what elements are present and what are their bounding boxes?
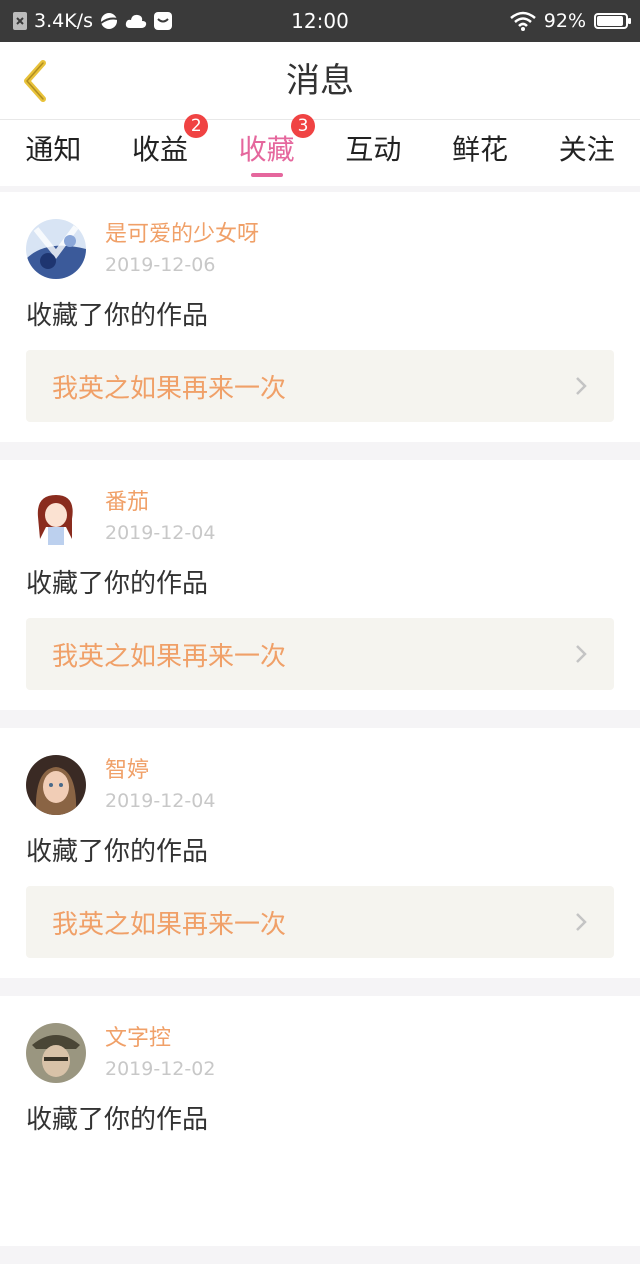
work-title: 我英之如果再来一次	[52, 909, 287, 940]
message-card: 番茄 2019-12-04 收藏了你的作品 我英之如果再来一次	[0, 460, 640, 710]
card-user-row: 文字控 2019-12-02	[26, 996, 614, 1083]
avatar[interactable]	[26, 487, 86, 547]
back-arrow-icon	[24, 60, 46, 102]
chevron-right-icon	[574, 911, 588, 933]
message-date: 2019-12-06	[105, 254, 216, 276]
tab-label: 关注	[558, 133, 615, 166]
card-user-row: 是可爱的少女呀 2019-12-06	[26, 192, 614, 279]
message-date: 2019-12-04	[105, 790, 216, 812]
active-tab-indicator	[250, 173, 283, 177]
unread-badge: 3	[291, 114, 316, 138]
unread-badge: 2	[184, 114, 209, 138]
avatar[interactable]	[26, 219, 86, 279]
tab-follows[interactable]: 关注	[533, 120, 640, 186]
battery-percent: 92%	[543, 10, 586, 32]
card-user-row: 智婷 2019-12-04	[26, 728, 614, 815]
user-meta: 智婷 2019-12-04	[105, 755, 215, 815]
planet-icon	[99, 11, 119, 31]
no-sim-icon	[12, 11, 28, 31]
card-user-row: 番茄 2019-12-04	[26, 460, 614, 547]
action-text: 收藏了你的作品	[26, 301, 209, 331]
wifi-icon	[509, 11, 536, 31]
tab-notifications[interactable]: 通知	[0, 120, 107, 186]
work-title: 我英之如果再来一次	[52, 373, 287, 404]
message-box-icon	[153, 11, 173, 31]
tab-label: 互动	[345, 133, 402, 166]
tab-label: 鲜花	[452, 133, 509, 166]
tab-bar: 通知 收益 2 收藏 3 互动 鲜花 关注	[0, 114, 640, 186]
username[interactable]: 智婷	[105, 755, 215, 787]
status-bar: 3.4K/s 12:00 92%	[0, 0, 640, 42]
username[interactable]: 文字控	[105, 1023, 215, 1055]
tab-label: 收藏	[238, 133, 295, 166]
user-meta: 番茄 2019-12-04	[105, 487, 215, 547]
username[interactable]: 番茄	[105, 487, 215, 519]
tab-favorites[interactable]: 收藏 3	[213, 114, 320, 186]
work-link[interactable]: 我英之如果再来一次	[26, 886, 614, 958]
battery-level-fill	[597, 16, 623, 26]
network-speed: 3.4K/s	[34, 10, 93, 32]
status-bar-left: 3.4K/s	[12, 10, 173, 32]
chevron-right-icon	[574, 643, 588, 665]
message-feed: 是可爱的少女呀 2019-12-06 收藏了你的作品 我英之如果再来一次 番茄 …	[0, 192, 640, 1264]
user-meta: 文字控 2019-12-02	[105, 1023, 215, 1083]
page-title: 消息	[286, 61, 354, 101]
cloud-icon	[125, 13, 147, 29]
status-bar-right: 92%	[509, 10, 631, 32]
back-button[interactable]	[10, 54, 60, 108]
header-bar: 消息	[0, 42, 640, 120]
tab-earnings[interactable]: 收益 2	[107, 114, 214, 186]
tab-label: 通知	[25, 133, 82, 166]
work-link[interactable]: 我英之如果再来一次	[26, 350, 614, 422]
chevron-right-icon	[574, 375, 588, 397]
message-date: 2019-12-04	[105, 522, 216, 544]
work-title: 我英之如果再来一次	[52, 641, 287, 672]
message-card: 文字控 2019-12-02 收藏了你的作品	[0, 996, 640, 1246]
work-link[interactable]: 我英之如果再来一次	[26, 618, 614, 690]
action-text: 收藏了你的作品	[26, 837, 209, 867]
action-text: 收藏了你的作品	[26, 569, 209, 599]
avatar[interactable]	[26, 1023, 86, 1083]
message-card: 智婷 2019-12-04 收藏了你的作品 我英之如果再来一次	[0, 728, 640, 978]
avatar[interactable]	[26, 755, 86, 815]
tab-flowers[interactable]: 鲜花	[427, 120, 534, 186]
tab-interactions[interactable]: 互动	[320, 120, 427, 186]
action-text: 收藏了你的作品	[26, 1105, 209, 1135]
username[interactable]: 是可爱的少女呀	[105, 219, 259, 251]
tab-label: 收益	[132, 133, 189, 166]
battery-icon	[594, 13, 631, 29]
message-card: 是可爱的少女呀 2019-12-06 收藏了你的作品 我英之如果再来一次	[0, 192, 640, 442]
user-meta: 是可爱的少女呀 2019-12-06	[105, 219, 259, 279]
message-date: 2019-12-02	[105, 1058, 216, 1080]
